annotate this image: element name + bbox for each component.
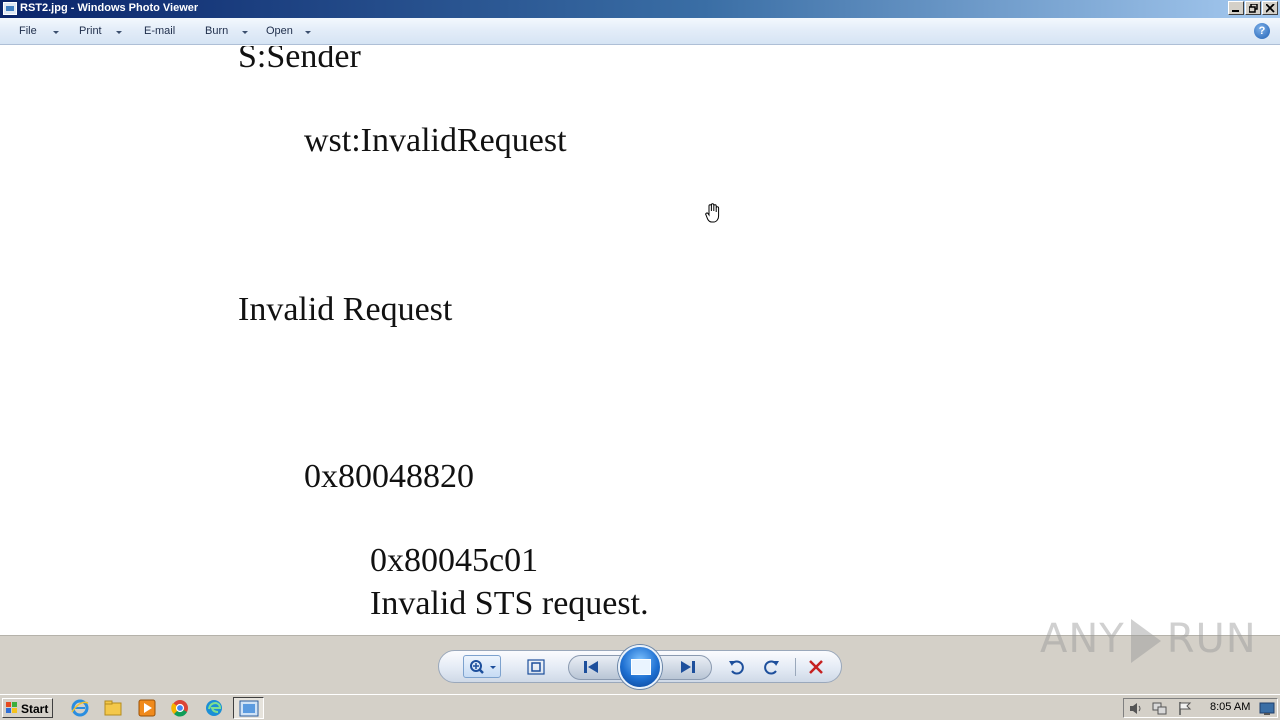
minimize-button[interactable]	[1228, 1, 1244, 15]
watermark-right-text: RUN	[1166, 616, 1257, 662]
clock[interactable]: 8:05 AM	[1210, 701, 1250, 713]
image-text-line: Invalid Request	[238, 291, 453, 328]
restore-button[interactable]	[1245, 1, 1261, 15]
slideshow-button[interactable]	[618, 645, 662, 689]
rotate-counterclockwise-icon[interactable]	[728, 658, 746, 676]
photo-viewer-app-icon	[3, 2, 17, 15]
start-label: Start	[21, 702, 49, 716]
start-button[interactable]: Start	[2, 698, 53, 718]
image-text-line: 0x80045c01	[370, 542, 539, 579]
chevron-down-icon[interactable]	[242, 31, 248, 34]
close-icon	[1266, 4, 1275, 13]
image-text-line: S:Sender	[238, 46, 361, 75]
menu-open[interactable]: Open	[266, 25, 293, 37]
window-title: RST2.jpg - Windows Photo Viewer	[20, 2, 199, 14]
delete-icon[interactable]	[808, 659, 824, 675]
image-text-line: wst:InvalidRequest	[304, 122, 567, 159]
menu-print[interactable]: Print	[79, 25, 102, 37]
previous-icon[interactable]	[583, 660, 600, 674]
actual-size-icon[interactable]	[527, 659, 545, 675]
menu-bar: File Print E-mail Burn Open ?	[0, 18, 1280, 45]
image-viewport[interactable]: S:Sender wst:InvalidRequest Invalid Requ…	[0, 46, 1280, 635]
chevron-down-icon[interactable]	[116, 31, 122, 34]
title-bar: RST2.jpg - Windows Photo Viewer	[0, 0, 1280, 18]
hand-cursor-icon	[705, 203, 720, 223]
menu-email[interactable]: E-mail	[144, 25, 175, 37]
zoom-button[interactable]	[463, 655, 501, 678]
image-text-line: 0x80048820	[304, 458, 474, 495]
minimize-icon	[1232, 10, 1239, 12]
photo-viewer-taskbar-button[interactable]	[233, 697, 264, 719]
anyrun-watermark: ANY RUN	[1040, 616, 1257, 663]
restore-icon	[1249, 4, 1258, 13]
action-center-flag-icon[interactable]	[1177, 701, 1193, 716]
play-icon	[1130, 619, 1161, 663]
next-icon[interactable]	[679, 660, 696, 674]
show-desktop-icon[interactable]	[1259, 701, 1275, 716]
system-tray: 8:05 AM	[1123, 698, 1278, 718]
help-icon[interactable]: ?	[1254, 23, 1270, 39]
windows-logo-icon	[6, 702, 17, 713]
image-text-line: Invalid STS request.	[370, 585, 649, 622]
photo-viewer-window: RST2.jpg - Windows Photo Viewer File Pri…	[0, 0, 1280, 720]
zoom-icon	[470, 660, 496, 674]
control-divider	[795, 658, 796, 676]
network-icon[interactable]	[1152, 701, 1168, 716]
rotate-clockwise-icon[interactable]	[762, 658, 780, 676]
edge-icon[interactable]	[204, 698, 224, 718]
menu-burn[interactable]: Burn	[205, 25, 228, 37]
chrome-icon[interactable]	[170, 698, 190, 718]
internet-explorer-icon[interactable]	[70, 698, 90, 718]
chevron-down-icon[interactable]	[53, 31, 59, 34]
taskbar: Start 8:05 AM	[0, 694, 1280, 720]
photo-viewer-icon	[239, 700, 259, 717]
menu-file[interactable]: File	[19, 25, 37, 37]
chevron-down-icon[interactable]	[305, 31, 311, 34]
close-button[interactable]	[1262, 1, 1278, 15]
volume-icon[interactable]	[1128, 701, 1144, 716]
file-explorer-icon[interactable]	[103, 698, 123, 718]
media-player-icon[interactable]	[137, 698, 157, 718]
watermark-left-text: ANY	[1040, 616, 1125, 662]
